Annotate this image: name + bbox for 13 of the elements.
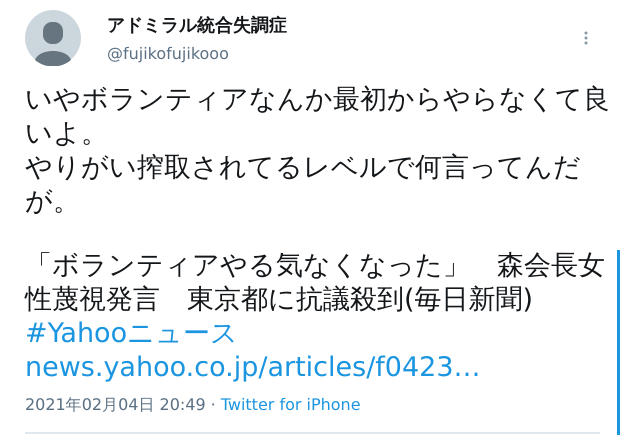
tweet-text: やりがい搾取されてるレベルで何言ってんだが。 <box>25 151 582 219</box>
hashtag-link[interactable]: #Yahooニュース <box>25 317 610 351</box>
timestamp[interactable]: 2021年02月04日 20:49 <box>25 393 206 417</box>
avatar-icon[interactable] <box>25 10 81 66</box>
scrollbar[interactable] <box>617 250 620 435</box>
tweet-text: 「ボランティアやる気なくなった」 森会長女性蔑視発言 東京都に抗議殺到(毎日新聞) <box>25 249 606 317</box>
separator: · <box>210 394 216 416</box>
source-link[interactable]: Twitter for iPhone <box>220 393 361 417</box>
tweet-text: いやボランティアなんか最初からやらなくて良いよ。 <box>25 83 610 151</box>
more-options-icon[interactable] <box>584 31 588 45</box>
author-name[interactable]: アドミラル統合失調症 <box>107 13 287 39</box>
article-link[interactable]: news.yahoo.co.jp/articles/f0423… <box>25 351 610 385</box>
author-handle[interactable]: @fujikofujikooo <box>107 43 287 65</box>
